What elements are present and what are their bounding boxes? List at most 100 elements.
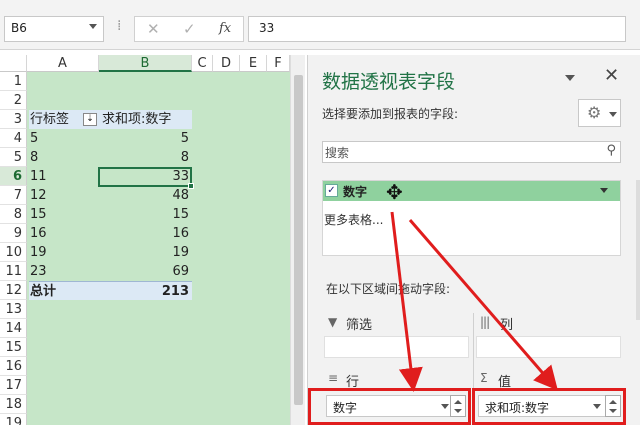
formula-input[interactable]: 33 <box>248 16 626 42</box>
cell-a[interactable]: 23 <box>29 262 99 281</box>
grand-total-label[interactable]: 总计 <box>29 281 99 300</box>
column-header-a[interactable]: A <box>27 55 99 72</box>
search-placeholder: 搜索 <box>325 146 350 160</box>
scrollbar-thumb[interactable] <box>294 75 303 405</box>
insert-function-icon[interactable]: fx <box>219 21 231 36</box>
sheet-row: 2 <box>0 91 290 110</box>
cell-a[interactable]: 15 <box>29 205 99 224</box>
chevron-down-icon[interactable] <box>89 24 97 29</box>
vertical-scrollbar[interactable] <box>290 55 305 425</box>
column-header-f[interactable]: F <box>267 55 290 72</box>
cell-b[interactable]: 5 <box>99 129 192 148</box>
sigma-icon: Σ <box>480 371 488 385</box>
cell-a[interactable]: 12 <box>29 186 99 205</box>
sum-field-header[interactable]: 求和项:数字 <box>99 110 192 129</box>
tools-button[interactable]: ⚙ <box>578 99 621 127</box>
field-search-input[interactable]: 搜索 ⚲ <box>322 141 621 163</box>
filters-drop-zone[interactable] <box>324 336 469 358</box>
row-number[interactable]: 12 <box>0 281 27 300</box>
sheet-row: 11 23 69 <box>0 262 290 281</box>
rows-highlight-box <box>308 388 471 425</box>
chevron-down-icon <box>609 112 617 117</box>
cell-b[interactable]: 19 <box>99 243 192 262</box>
sheet-row: 5 8 8 <box>0 148 290 167</box>
columns-drop-zone[interactable] <box>476 336 621 358</box>
cell-a[interactable]: 11 <box>29 167 99 186</box>
cell-a[interactable]: 16 <box>29 224 99 243</box>
row-number[interactable]: 11 <box>0 262 27 281</box>
column-header-d[interactable]: D <box>213 55 240 72</box>
sheet-row: 13 <box>0 300 290 319</box>
sheet-row: 14 <box>0 319 290 338</box>
active-cell[interactable] <box>98 167 194 189</box>
values-highlight-box <box>472 388 626 425</box>
enter-icon[interactable]: ✓ <box>183 20 196 38</box>
pivot-header-row: 3 行标签 ⇣ 求和项:数字 <box>0 110 290 129</box>
sheet-row: 16 <box>0 357 290 376</box>
cell-a[interactable]: 8 <box>29 148 99 167</box>
cell-b[interactable]: 8 <box>99 148 192 167</box>
sheet-row: 15 <box>0 338 290 357</box>
more-dots-icon: ⁞ <box>117 18 122 34</box>
search-icon[interactable]: ⚲ <box>606 143 616 158</box>
cell-b[interactable]: 69 <box>99 262 192 281</box>
row-number[interactable]: 13 <box>0 300 27 319</box>
sheet-row: 9 16 16 <box>0 224 290 243</box>
column-header-e[interactable]: E <box>240 55 267 72</box>
formula-buttons: ✕ ✓ fx <box>134 16 244 42</box>
cell-b[interactable]: 15 <box>99 205 192 224</box>
gear-icon: ⚙ <box>587 103 602 122</box>
select-all-corner[interactable] <box>0 55 27 72</box>
row-number[interactable]: 15 <box>0 338 27 357</box>
column-header-b[interactable]: B <box>99 55 192 72</box>
worksheet-grid[interactable]: A B C D E F 1 2 3 行标签 ⇣ 求和项:数字 4 5 5 5 8 … <box>0 55 290 425</box>
cancel-icon[interactable]: ✕ <box>147 20 160 38</box>
sheet-row: 17 <box>0 376 290 395</box>
filter-dropdown-icon[interactable]: ⇣ <box>83 113 97 126</box>
row-number[interactable]: 14 <box>0 319 27 338</box>
close-icon[interactable]: ✕ <box>604 65 619 86</box>
row-number[interactable]: 17 <box>0 376 27 395</box>
row-number[interactable]: 8 <box>0 205 27 224</box>
sheet-row: 8 15 15 <box>0 205 290 224</box>
formula-bar: B6 ⁞ ✕ ✓ fx 33 <box>0 0 640 50</box>
grand-total-row: 12 总计 213 <box>0 281 290 300</box>
sheet-row: 4 5 5 <box>0 129 290 148</box>
pivot-fields-pane: 数据透视表字段 ✕ 选择要添加到报表的字段: ⚙ 搜索 ⚲ ✓ 数字 更多表格.… <box>307 55 640 425</box>
row-number[interactable]: 3 <box>0 110 27 129</box>
cell-b[interactable]: 48 <box>99 186 192 205</box>
name-box-value: B6 <box>11 21 27 35</box>
row-labels-header[interactable]: 行标签 ⇣ <box>29 110 99 129</box>
name-box[interactable]: B6 <box>4 16 104 42</box>
row-number[interactable]: 18 <box>0 395 27 414</box>
row-number[interactable]: 5 <box>0 148 27 167</box>
row-number[interactable]: 10 <box>0 243 27 262</box>
column-header-c[interactable]: C <box>192 55 213 72</box>
sheet-row: 19 <box>0 414 290 425</box>
cell-a[interactable]: 5 <box>29 129 99 148</box>
cell-b[interactable]: 16 <box>99 224 192 243</box>
row-number[interactable]: 19 <box>0 414 27 425</box>
sheet-row: 6 11 33 <box>0 167 290 189</box>
row-number[interactable]: 16 <box>0 357 27 376</box>
field-item-number[interactable]: ✓ 数字 <box>323 181 620 201</box>
row-number[interactable]: 9 <box>0 224 27 243</box>
pane-scrollbar[interactable] <box>636 180 640 320</box>
grand-total-value[interactable]: 213 <box>99 281 192 300</box>
field-checkbox[interactable]: ✓ <box>325 184 338 197</box>
drag-fields-label: 在以下区域间拖动字段: <box>326 282 451 296</box>
more-tables-link[interactable]: 更多表格... <box>324 211 383 228</box>
row-number[interactable]: 6 <box>0 167 27 186</box>
row-number[interactable]: 4 <box>0 129 27 148</box>
columns-icon: ||| <box>480 315 490 329</box>
move-cursor-icon: ✥ <box>386 180 403 204</box>
row-number[interactable]: 7 <box>0 186 27 205</box>
row-number[interactable]: 2 <box>0 91 27 110</box>
cell-a[interactable]: 19 <box>29 243 99 262</box>
choose-fields-label: 选择要添加到报表的字段: <box>322 107 459 121</box>
pane-options-chevron-icon[interactable] <box>565 75 575 81</box>
chevron-down-icon[interactable] <box>600 188 608 193</box>
field-label: 数字 <box>343 185 368 199</box>
row-number[interactable]: 1 <box>0 72 27 91</box>
filter-icon: ▼ <box>328 315 338 329</box>
